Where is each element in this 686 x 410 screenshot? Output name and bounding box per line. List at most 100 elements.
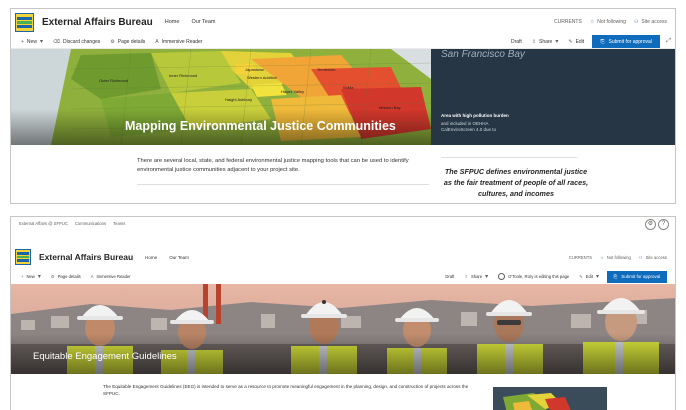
site-access-label: Site access (645, 254, 667, 260)
quote-divider (441, 157, 577, 158)
share-button[interactable]: ⇪ Share ▾ (464, 273, 488, 280)
follow-button[interactable]: ☆ Not following (600, 255, 631, 260)
reader-icon: A (90, 274, 94, 279)
help-icon[interactable]: ? (658, 219, 669, 230)
editing-notice-label: O'Toole, Rory is editing this page (508, 274, 570, 279)
gear-icon: ⚙ (50, 274, 55, 279)
star-icon: ☆ (600, 254, 604, 260)
approval-icon: ⎘ (600, 38, 605, 45)
edit-button[interactable]: ✎ Edit ▾ (579, 273, 599, 280)
currents-link[interactable]: CURRENTS (569, 255, 592, 260)
page-details-button[interactable]: ⚙ Page details (110, 39, 145, 45)
map-label-haight-ashbury: Haight Ashbury (225, 97, 252, 102)
gear-icon: ⚙ (110, 38, 115, 45)
new-label: New (26, 38, 37, 45)
plus-icon: + (21, 274, 24, 279)
nav-our-team[interactable]: Our Team (191, 19, 215, 25)
trash-icon: ⌫ (52, 38, 61, 45)
edit-button[interactable]: ✎ Edit (568, 39, 584, 45)
page-details-label: Page details (57, 274, 81, 279)
site-access-label: Site access (641, 19, 667, 25)
map-label-western-addition: Western Addition (247, 75, 277, 80)
site-logo[interactable] (15, 12, 34, 32)
draft-status: Draft (445, 274, 455, 279)
share-label: Share (539, 38, 553, 45)
immersive-reader-label: Immersive Reader (96, 274, 131, 279)
hero-banner-map[interactable]: Japantown Western Addition Tenderloin Ou… (11, 49, 675, 145)
mini-map-thumbnail[interactable] (493, 387, 607, 410)
share-button[interactable]: ⇪ Share ▾ (532, 38, 559, 46)
breadcrumb-item[interactable]: Communications (75, 221, 106, 226)
map-label-japantown: Japantown (245, 67, 264, 72)
page-editor-engagement: External Affairs @ SFPUC Communications … (10, 216, 676, 410)
settings-icon[interactable]: ⚙ (645, 219, 656, 230)
nav-home[interactable]: Home (145, 255, 157, 260)
immersive-reader-label: Immersive Reader (161, 38, 203, 45)
immersive-reader-button[interactable]: A Immersive Reader (91, 274, 131, 279)
nav-our-team[interactable]: Our Team (169, 255, 189, 260)
pencil-icon: ✎ (579, 274, 583, 279)
editing-notice: O'Toole, Rory is editing this page (498, 273, 569, 280)
share-label: Share (470, 274, 483, 279)
submit-for-approval-button[interactable]: ⎘ Submit for approval (592, 35, 661, 48)
map-label-outer-richmond: Outer Richmond (99, 78, 128, 83)
share-icon: ⇪ (464, 274, 468, 279)
map-label-inner-richmond: Inner Richmond (169, 73, 197, 78)
new-label: New (26, 274, 35, 279)
intro-paragraph[interactable]: There are several local, state, and fede… (137, 157, 433, 175)
breadcrumb-item[interactable]: External Affairs @ SFPUC (19, 221, 68, 226)
site-header: External Affairs Bureau Home Our Team CU… (11, 9, 675, 35)
site-header: External Affairs Bureau Home Our Team CU… (11, 245, 675, 269)
immersive-reader-button[interactable]: A Immersive Reader (155, 39, 202, 45)
breadcrumb-item[interactable]: Teams (113, 221, 125, 226)
discard-button[interactable]: ⌫ Discard changes (53, 39, 100, 45)
new-button[interactable]: + New ▾ (21, 38, 43, 46)
approval-icon: ⎘ (613, 274, 618, 279)
breadcrumb: External Affairs @ SFPUC Communications … (19, 221, 132, 226)
expand-icon[interactable]: ⤢ (666, 38, 671, 45)
site-access-button[interactable]: ⚇ Site access (639, 255, 667, 260)
edit-label: Edit (575, 38, 585, 45)
mini-map-image (493, 387, 607, 410)
site-access-button[interactable]: ⚇ Site access (634, 19, 667, 25)
map-legend-heading: Area with high pollution burden (441, 113, 509, 118)
section-divider (137, 184, 429, 185)
currents-link[interactable]: CURRENTS (554, 19, 582, 25)
discard-label: Discard changes (63, 38, 101, 45)
follow-button[interactable]: ☆ Not following (590, 19, 626, 25)
hero-banner-workers[interactable]: Equitable Engagement Guidelines (11, 284, 675, 374)
people-icon: ⚇ (638, 254, 643, 260)
map-legend-text: and included in OEHHA CalEnviroScreen 4.… (441, 121, 497, 133)
chevron-down-icon: ▾ (555, 39, 559, 45)
page-details-button[interactable]: ⚙ Page details (51, 274, 81, 279)
chevron-down-icon: ▾ (485, 274, 489, 280)
chevron-down-icon: ▾ (39, 39, 43, 45)
edit-label: Edit (585, 274, 593, 279)
ej-definition-quote[interactable]: The SFPUC defines environmental justice … (441, 167, 591, 199)
page-editor-mapping: External Affairs Bureau Home Our Team CU… (10, 8, 676, 204)
intro-paragraph[interactable]: The Equitable Engagement Guidelines (EEG… (103, 383, 471, 398)
pencil-icon: ✎ (568, 38, 573, 45)
site-logo[interactable] (15, 249, 31, 265)
map-bay-label: San Francisco Bay (441, 49, 525, 60)
map-label-hayes-valley: Hayes Valley (281, 89, 304, 94)
site-title[interactable]: External Affairs Bureau (39, 252, 133, 262)
hero-title[interactable]: Mapping Environmental Justice Communitie… (125, 119, 396, 133)
corner-controls: ⚙ ? (643, 219, 669, 230)
user-avatar-icon (498, 273, 506, 280)
follow-label: Not following (606, 254, 631, 260)
hero-title[interactable]: Equitable Engagement Guidelines (33, 351, 177, 362)
nav-home[interactable]: Home (165, 19, 180, 25)
reader-icon: A (155, 38, 159, 45)
submit-label: Submit for approval (608, 38, 652, 45)
people-icon: ⚇ (633, 19, 639, 25)
command-bar: + New ▾ ⚙ Page details A Immersive Reader Dr… (11, 269, 675, 284)
command-bar: + New ▾ ⌫ Discard changes ⚙ Page details A Im… (11, 35, 675, 49)
submit-for-approval-button[interactable]: ⎘ Submit for approval (607, 270, 667, 283)
new-button[interactable]: + New ▾ (21, 273, 41, 280)
page-details-label: Page details (117, 38, 146, 45)
site-title[interactable]: External Affairs Bureau (42, 17, 153, 28)
plus-icon: + (21, 38, 24, 45)
submit-label: Submit for approval (621, 274, 661, 279)
map-label-soma: SoMa (343, 85, 354, 90)
